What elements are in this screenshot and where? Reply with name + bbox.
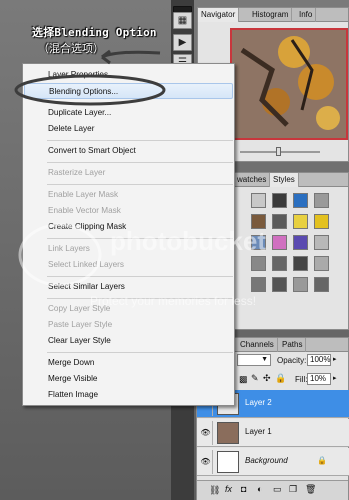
lock-transparency-icon[interactable]: ▩ bbox=[239, 374, 248, 385]
style-swatch[interactable] bbox=[272, 256, 287, 271]
style-swatch[interactable] bbox=[251, 235, 266, 250]
style-swatch[interactable] bbox=[314, 214, 329, 229]
menu-separator bbox=[47, 162, 233, 163]
zoom-slider-handle[interactable] bbox=[276, 147, 281, 156]
blend-mode-select[interactable]: ▼ bbox=[237, 354, 271, 366]
style-swatch[interactable] bbox=[251, 277, 266, 292]
trash-icon[interactable]: 🗑 bbox=[305, 484, 316, 495]
style-swatch[interactable] bbox=[272, 277, 287, 292]
menu-separator bbox=[47, 140, 233, 141]
menu-item-convert-to-smart-object[interactable]: Convert to Smart Object bbox=[24, 143, 233, 159]
tab-navigator[interactable]: Navigator bbox=[198, 8, 240, 22]
style-swatch[interactable] bbox=[314, 277, 329, 292]
navigator-preview-image bbox=[230, 28, 348, 140]
menu-item-enable-vector-mask[interactable]: Enable Vector Mask bbox=[24, 203, 233, 219]
layer-row[interactable]: 👁 Layer 1 bbox=[197, 419, 349, 447]
tab-swatches[interactable]: watches bbox=[234, 173, 271, 187]
fx-icon[interactable]: fx bbox=[225, 484, 232, 494]
style-swatch[interactable] bbox=[293, 214, 308, 229]
watermark-text: Protect your memories for less! bbox=[90, 294, 257, 308]
menu-item-flatten-image[interactable]: Flatten Image bbox=[24, 387, 233, 403]
navigator-tab-row: Navigator Histogram Info bbox=[198, 8, 348, 22]
opacity-label: Opacity: bbox=[277, 356, 307, 365]
style-swatch[interactable] bbox=[293, 256, 308, 271]
menu-item-enable-layer-mask[interactable]: Enable Layer Mask bbox=[24, 187, 233, 203]
layer-name: Background bbox=[245, 456, 288, 465]
tab-styles[interactable]: Styles bbox=[270, 173, 299, 187]
folder-icon[interactable]: ▭ bbox=[273, 484, 282, 495]
menu-item-select-similar-layers[interactable]: Select Similar Layers bbox=[24, 279, 233, 295]
layer-name: Layer 2 bbox=[245, 398, 272, 407]
style-swatch[interactable] bbox=[314, 256, 329, 271]
layer-mask-icon[interactable]: ◘ bbox=[241, 484, 246, 494]
chevron-down-icon: ▼ bbox=[261, 356, 268, 363]
menu-item-select-linked-layers[interactable]: Select Linked Layers bbox=[24, 257, 233, 273]
style-swatch[interactable] bbox=[293, 193, 308, 208]
lock-icon[interactable]: 🔒 bbox=[275, 373, 286, 384]
annotation-title: 选择Blending Option bbox=[32, 26, 157, 39]
menu-item-link-layers[interactable]: Link Layers bbox=[24, 241, 233, 257]
menu-separator bbox=[47, 352, 233, 353]
new-layer-icon[interactable]: ❐ bbox=[289, 484, 297, 495]
navigator-preview-art bbox=[232, 30, 346, 138]
style-swatch[interactable] bbox=[272, 214, 287, 229]
visibility-eye-icon[interactable]: 👁 bbox=[199, 450, 213, 474]
style-swatch[interactable] bbox=[251, 214, 266, 229]
style-swatch[interactable] bbox=[314, 235, 329, 250]
style-swatch[interactable] bbox=[272, 193, 287, 208]
layer-thumbnail bbox=[217, 451, 239, 473]
layer-context-menu: Layer Properties... Blending Options... … bbox=[22, 63, 235, 406]
menu-item-merge-visible[interactable]: Merge Visible bbox=[24, 371, 233, 387]
menu-item-merge-down[interactable]: Merge Down bbox=[24, 355, 233, 371]
menu-item-paste-layer-style[interactable]: Paste Layer Style bbox=[24, 317, 233, 333]
style-swatch[interactable] bbox=[251, 256, 266, 271]
dock-icon[interactable]: ▦ bbox=[173, 12, 192, 29]
style-swatch[interactable] bbox=[251, 193, 266, 208]
play-icon[interactable]: ▶ bbox=[173, 34, 192, 51]
tab-histogram[interactable]: Histogram bbox=[249, 8, 293, 22]
menu-separator bbox=[47, 238, 233, 239]
menu-item-create-clipping-mask[interactable]: Create Clipping Mask bbox=[24, 219, 233, 235]
opacity-field[interactable]: 100% bbox=[307, 354, 331, 366]
menu-item-clear-layer-style[interactable]: Clear Layer Style bbox=[24, 333, 233, 349]
adjustment-layer-icon[interactable]: ◐ bbox=[257, 484, 262, 494]
chevron-right-icon[interactable]: ▸ bbox=[333, 374, 337, 382]
visibility-eye-icon[interactable]: 👁 bbox=[199, 421, 213, 445]
lock-icon: 🔒 bbox=[317, 456, 327, 465]
style-swatch[interactable] bbox=[314, 193, 329, 208]
style-swatch[interactable] bbox=[293, 277, 308, 292]
menu-separator bbox=[47, 184, 233, 185]
tab-info[interactable]: Info bbox=[296, 8, 317, 22]
chevron-right-icon[interactable]: ▸ bbox=[333, 355, 337, 363]
menu-separator bbox=[47, 276, 233, 277]
layers-footer-toolbar: ⛓ fx ◘ ◐ ▭ ❐ 🗑 bbox=[197, 480, 348, 500]
layer-row[interactable]: 👁 Background 🔒 bbox=[197, 448, 349, 476]
style-swatch[interactable] bbox=[272, 235, 287, 250]
fill-label: Fill: bbox=[295, 375, 308, 384]
fill-field[interactable]: 10% bbox=[307, 373, 331, 385]
tab-channels[interactable]: Channels bbox=[237, 338, 278, 352]
link-layers-icon[interactable]: ⛓ bbox=[209, 485, 220, 496]
lock-image-icon[interactable]: ✎ bbox=[251, 373, 259, 384]
menu-item-rasterize-layer[interactable]: Rasterize Layer bbox=[24, 165, 233, 181]
layer-thumbnail bbox=[217, 422, 239, 444]
tab-paths[interactable]: Paths bbox=[279, 338, 307, 352]
layer-name: Layer 1 bbox=[245, 427, 272, 436]
lock-position-icon[interactable]: ✣ bbox=[263, 373, 271, 384]
annotation-arrow-and-circle bbox=[14, 49, 166, 106]
menu-item-delete-layer[interactable]: Delete Layer bbox=[24, 121, 233, 137]
style-swatch[interactable] bbox=[293, 235, 308, 250]
